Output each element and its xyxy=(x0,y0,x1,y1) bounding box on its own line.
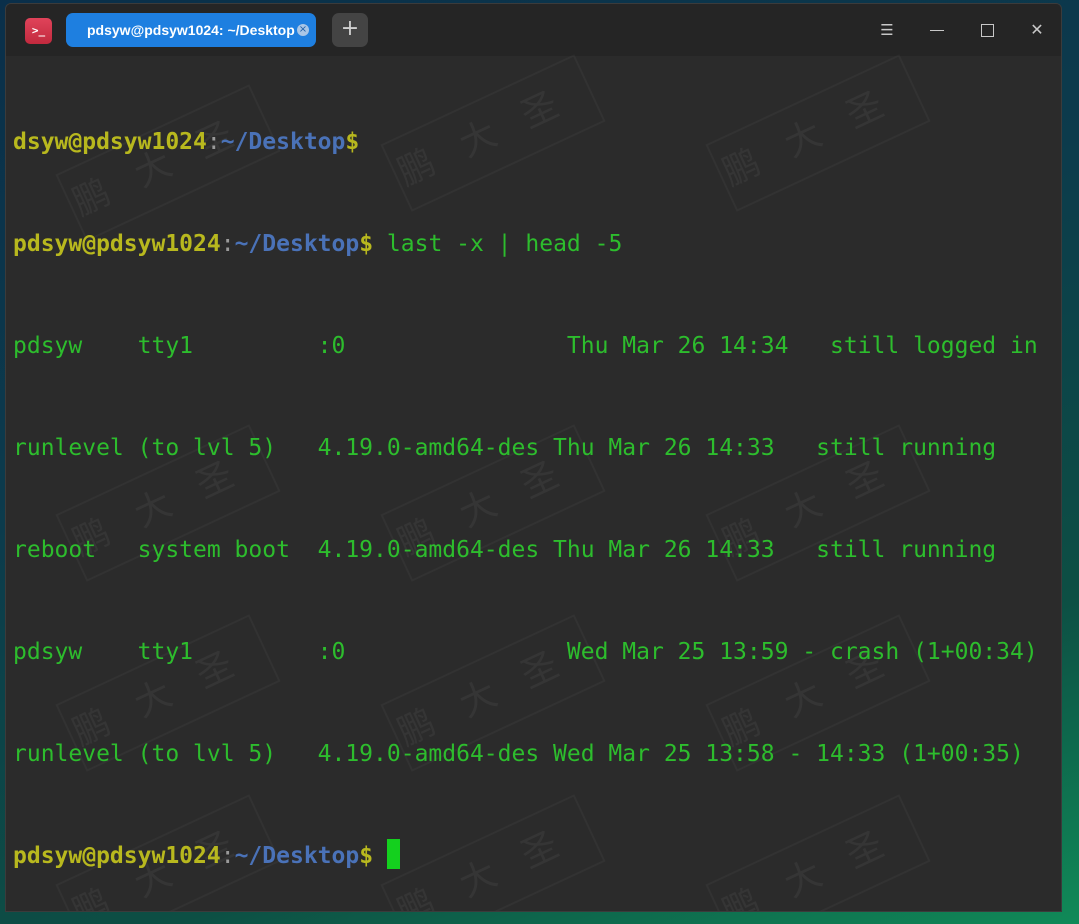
prompt-user: dsyw@pdsyw1024 xyxy=(13,129,207,155)
output-line: pdsyw tty1 :0 Thu Mar 26 14:34 still log… xyxy=(13,333,1038,359)
prompt-dollar: $ xyxy=(359,843,387,869)
prompt-dollar: $ xyxy=(345,129,360,155)
prompt-line: dsyw@pdsyw1024:~/Desktop$ xyxy=(13,125,1038,159)
terminal-area[interactable]: 鹏大圣 鹏大圣 鹏大圣 鹏大圣 鹏大圣 鹏大圣 鹏大圣 鹏大圣 鹏大圣 鹏大圣 … xyxy=(6,56,1061,911)
output-line: reboot system boot 4.19.0-amd64-des Thu … xyxy=(13,537,997,563)
tab-active[interactable]: pdsyw@pdsyw1024: ~/Desktop × xyxy=(66,13,316,47)
prompt-colon: : xyxy=(206,129,221,155)
output-line: runlevel (to lvl 5) 4.19.0-amd64-des Thu… xyxy=(13,435,997,461)
output-line: runlevel (to lvl 5) 4.19.0-amd64-des Wed… xyxy=(13,741,1024,767)
tab-title: pdsyw@pdsyw1024: ~/Desktop xyxy=(87,22,295,38)
text-cursor xyxy=(386,839,400,869)
maximize-button[interactable] xyxy=(972,16,1002,44)
minimize-button[interactable] xyxy=(922,16,952,44)
prompt-path: ~/Desktop xyxy=(220,129,346,155)
prompt-dollar: $ xyxy=(359,231,374,257)
maximize-icon xyxy=(981,24,994,37)
command-line: pdsyw@pdsyw1024:~/Desktop$ last -x | hea… xyxy=(13,227,1038,261)
prompt-colon: : xyxy=(220,843,235,869)
prompt-path: ~/Desktop xyxy=(234,231,360,257)
minimize-icon xyxy=(930,30,944,31)
terminal-app-icon[interactable]: >_ xyxy=(25,18,52,44)
menu-icon[interactable]: ☰ xyxy=(872,16,902,44)
prompt-path: ~/Desktop xyxy=(234,843,360,869)
command-text: last -x | head -5 xyxy=(373,231,623,257)
terminal-window: >_ pdsyw@pdsyw1024: ~/Desktop × + ☰ ✕ 鹏大… xyxy=(5,3,1062,912)
output-line: pdsyw tty1 :0 Wed Mar 25 13:59 - crash (… xyxy=(13,639,1038,665)
title-bar: >_ pdsyw@pdsyw1024: ~/Desktop × + ☰ ✕ xyxy=(6,4,1061,56)
terminal-output: dsyw@pdsyw1024:~/Desktop$ pdsyw@pdsyw102… xyxy=(13,57,1038,911)
tab-close-icon[interactable]: × xyxy=(297,24,309,36)
active-prompt-line[interactable]: pdsyw@pdsyw1024:~/Desktop$ xyxy=(13,839,1038,873)
prompt-colon: : xyxy=(220,231,235,257)
prompt-user: pdsyw@pdsyw1024 xyxy=(13,231,221,257)
new-tab-button[interactable]: + xyxy=(332,13,368,47)
prompt-user: pdsyw@pdsyw1024 xyxy=(13,843,221,869)
close-button[interactable]: ✕ xyxy=(1022,16,1052,44)
